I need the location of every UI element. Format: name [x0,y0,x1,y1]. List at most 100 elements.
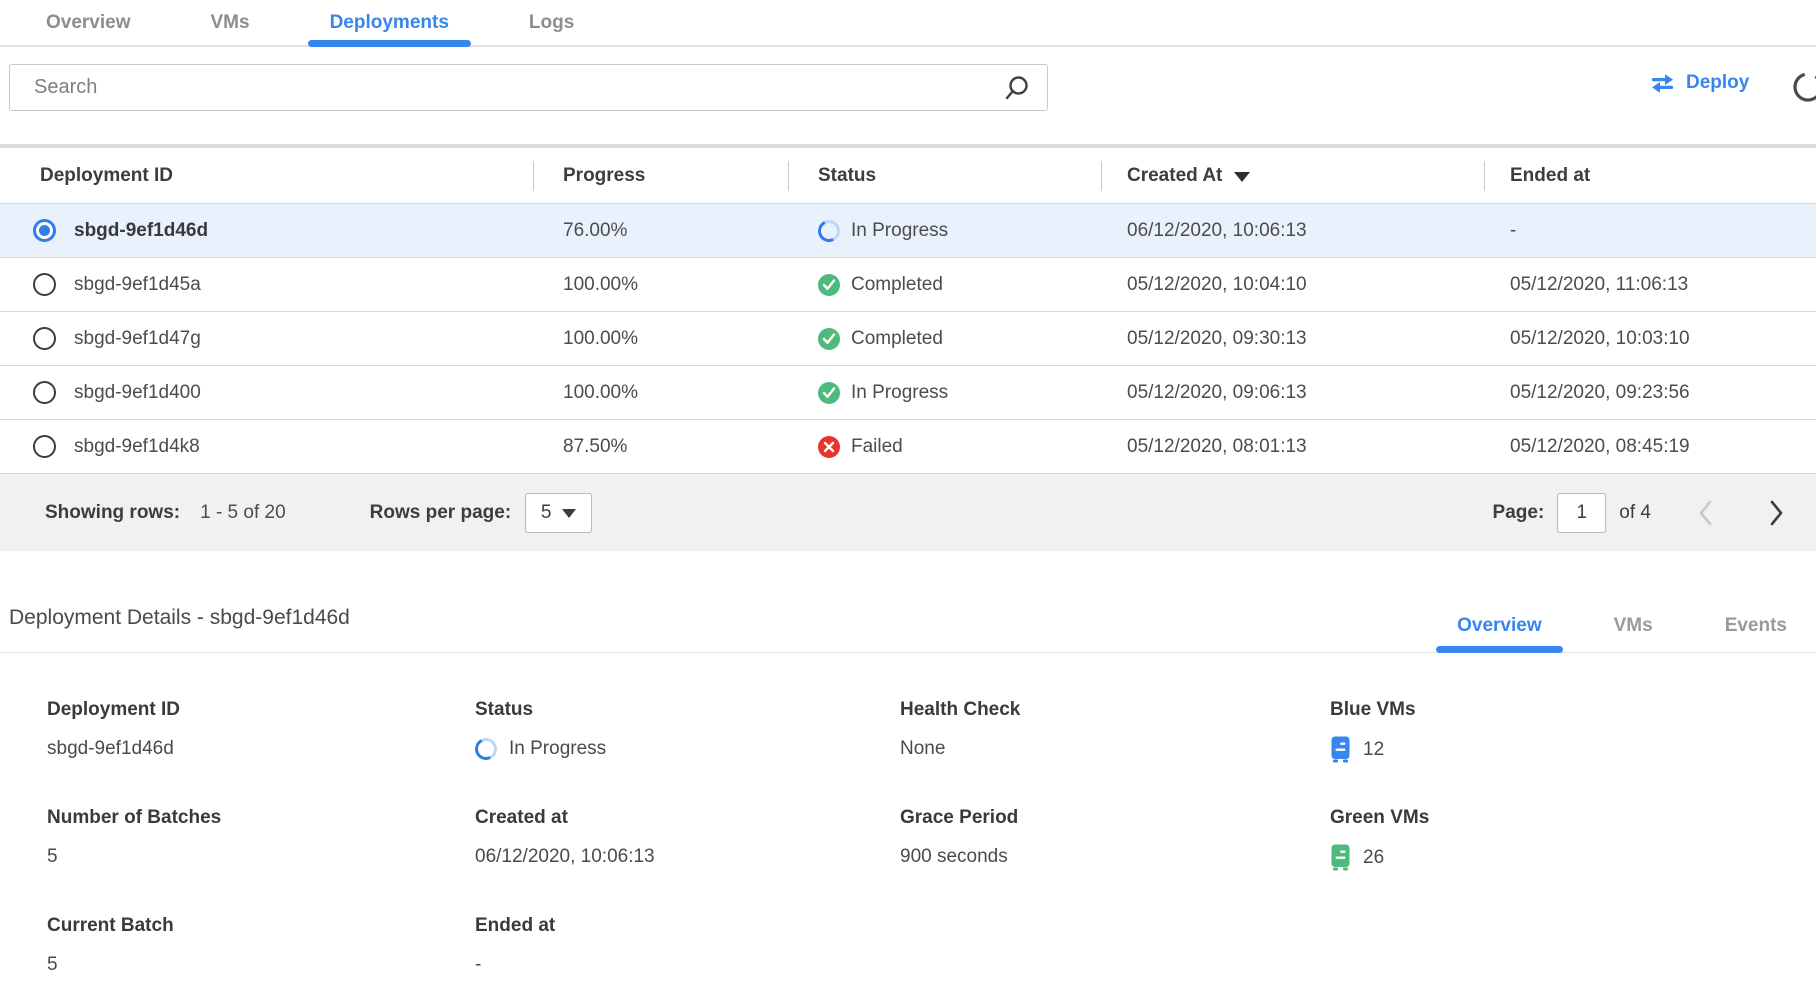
chevron-left-icon[interactable] [1697,500,1713,526]
details-tab-vms[interactable]: VMs [1593,600,1674,652]
page-number-input[interactable] [1557,493,1606,533]
rows-per-page-value: 5 [541,502,552,524]
status-cell: Failed [788,436,1101,458]
green-vm-server-icon [1330,844,1351,871]
ended-at-value: - [1484,220,1816,242]
field-created-at: Created at 06/12/2020, 10:06:13 [475,807,900,871]
blue-vms-count: 12 [1363,739,1384,761]
progress-value: 100.00% [533,274,788,296]
page-label: Page: [1493,502,1545,524]
field-label: Blue VMs [1330,699,1816,721]
field-blue-vms: Blue VMs 12 [1330,699,1816,763]
deployment-details-section: Deployment Details - sbgd-9ef1d46d Overv… [0,551,1816,978]
status-failed-icon [818,436,840,458]
status-spinner-icon [472,735,500,763]
field-label: Status [475,699,900,721]
field-label: Deployment ID [47,699,475,721]
status-label: In Progress [851,382,948,404]
deployment-id: sbgd-9ef1d400 [74,382,201,404]
row-radio[interactable] [33,435,56,458]
field-current-batch: Current Batch 5 [47,915,475,978]
column-header-deployment-id: Deployment ID [0,148,533,203]
tab-overview[interactable]: Overview [24,0,153,45]
select-caret-down-icon [562,509,576,518]
deploy-button[interactable]: Deploy [1650,72,1749,94]
search-icon[interactable] [1003,74,1031,102]
search-box [9,64,1048,111]
status-cell: Completed [788,274,1101,296]
chevron-right-icon[interactable] [1769,500,1785,526]
created-at-value: 05/12/2020, 09:30:13 [1101,328,1484,350]
row-radio[interactable] [33,327,56,350]
details-tab-events[interactable]: Events [1704,600,1808,652]
field-status: Status In Progress [475,699,900,763]
field-number-of-batches: Number of Batches 5 [47,807,475,871]
created-at-value: 06/12/2020, 10:06:13 [1101,220,1484,242]
sort-caret-down-icon[interactable] [1234,172,1250,182]
row-radio[interactable] [33,273,56,296]
table-row[interactable]: sbgd-9ef1d4k8 87.50% Failed 05/12/2020, … [0,419,1816,473]
created-at-value: 05/12/2020, 08:01:13 [1101,436,1484,458]
field-value: sbgd-9ef1d46d [47,736,475,762]
field-health-check: Health Check None [900,699,1330,763]
field-value: 5 [47,844,475,870]
status-cell: In Progress [788,220,1101,242]
row-radio-selected[interactable] [33,219,56,242]
table-pagination-bar: Showing rows: 1 - 5 of 20 Rows per page:… [0,473,1816,551]
showing-rows-value: 1 - 5 of 20 [200,502,286,524]
deployments-table: Deployment ID Progress Status Created At… [0,144,1816,551]
column-header-progress: Progress [533,148,788,203]
status-check-icon [818,382,840,404]
field-value: 900 seconds [900,844,1330,870]
field-value: 26 [1330,844,1816,871]
deployment-id: sbgd-9ef1d46d [74,220,208,242]
progress-value: 100.00% [533,382,788,404]
status-cell: Completed [788,328,1101,350]
field-label: Created at [475,807,900,829]
deployments-page: Overview VMs Deployments Logs [0,0,1816,992]
status-label: Failed [851,436,903,458]
row-radio[interactable] [33,381,56,404]
table-row[interactable]: sbgd-9ef1d46d 76.00% In Progress 06/12/2… [0,203,1816,257]
status-label: Completed [851,328,943,350]
field-label: Number of Batches [47,807,475,829]
table-row[interactable]: sbgd-9ef1d400 100.00% In Progress 05/12/… [0,365,1816,419]
field-green-vms: Green VMs 26 [1330,807,1816,871]
column-header-status: Status [788,148,1101,203]
created-at-value: 05/12/2020, 10:04:10 [1101,274,1484,296]
column-label: Status [818,165,876,187]
ended-at-value: 05/12/2020, 10:03:10 [1484,328,1816,350]
table-row[interactable]: sbgd-9ef1d45a 100.00% Completed 05/12/20… [0,257,1816,311]
field-value: - [475,952,900,978]
column-header-created-at[interactable]: Created At [1101,148,1484,203]
status-label: Completed [851,274,943,296]
table-row[interactable]: sbgd-9ef1d47g 100.00% Completed 05/12/20… [0,311,1816,365]
ended-at-value: 05/12/2020, 08:45:19 [1484,436,1816,458]
field-value: 06/12/2020, 10:06:13 [475,844,900,870]
column-label: Ended at [1510,165,1590,187]
progress-value: 100.00% [533,328,788,350]
status-cell: In Progress [788,382,1101,404]
field-label: Ended at [475,915,900,937]
tab-vms[interactable]: VMs [189,0,272,45]
blue-vm-server-icon [1330,736,1351,763]
field-grace-period: Grace Period 900 seconds [900,807,1330,871]
refresh-icon[interactable] [1791,69,1816,105]
details-tab-overview[interactable]: Overview [1436,600,1563,652]
showing-rows-label: Showing rows: [45,502,180,524]
field-label: Health Check [900,699,1330,721]
pagination-controls: Page: of 4 [1493,493,1785,533]
green-vms-count: 26 [1363,847,1384,869]
ended-at-value: 05/12/2020, 09:23:56 [1484,382,1816,404]
search-input[interactable] [10,65,1003,110]
details-title: Deployment Details - sbgd-9ef1d46d [9,606,350,630]
tab-deployments[interactable]: Deployments [308,0,471,45]
details-tab-bar: Overview VMs Events [1436,600,1808,652]
status-check-icon [818,328,840,350]
tab-logs[interactable]: Logs [507,0,596,45]
details-grid: Deployment ID sbgd-9ef1d46d Status In Pr… [0,699,1816,978]
rows-per-page-select[interactable]: 5 [525,493,592,533]
rows-per-page-label: Rows per page: [370,502,511,524]
deploy-button-label: Deploy [1686,72,1749,94]
field-label: Green VMs [1330,807,1816,829]
